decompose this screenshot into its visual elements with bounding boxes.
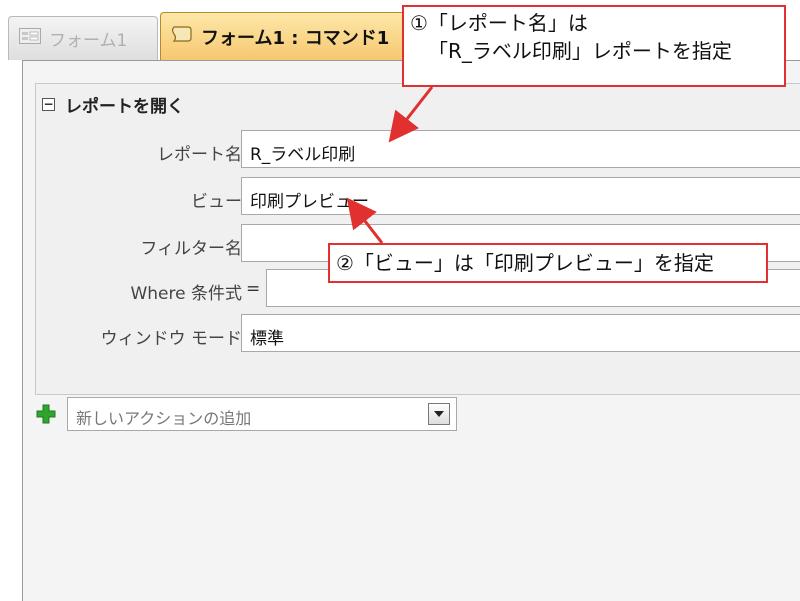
filter-name-label: フィルター名 bbox=[140, 239, 242, 259]
form-icon bbox=[19, 28, 41, 49]
callout1-line2: 「R_ラベル印刷」レポートを指定 bbox=[428, 39, 732, 63]
callout1-line1: ①「レポート名」は bbox=[410, 11, 588, 35]
add-action-row: 新しいアクションの追加 bbox=[35, 397, 457, 431]
plus-icon bbox=[35, 403, 57, 425]
macro-designer-pane: − レポートを開く レポート名 R_ラベル印刷 ビュー 印刷プレビュー フィルタ… bbox=[22, 60, 800, 601]
collapse-icon[interactable]: − bbox=[42, 98, 55, 111]
action-title: レポートを開く bbox=[65, 97, 184, 117]
window-mode-label: ウィンドウ モード bbox=[100, 329, 242, 349]
report-name-field[interactable]: R_ラベル印刷 bbox=[241, 130, 800, 168]
callout-report-name: ①「レポート名」は 「R_ラベル印刷」レポートを指定 bbox=[402, 5, 786, 87]
add-action-combo[interactable]: 新しいアクションの追加 bbox=[67, 397, 457, 431]
open-report-action-block: − レポートを開く レポート名 R_ラベル印刷 ビュー 印刷プレビュー フィルタ… bbox=[35, 83, 800, 395]
tab-label: フォーム1 : コマンド1 bbox=[201, 27, 390, 49]
window-mode-row: ウィンドウ モード 標準 bbox=[36, 314, 800, 354]
tab-macro-command1[interactable]: フォーム1 : コマンド1 bbox=[160, 12, 410, 60]
report-name-label: レポート名 bbox=[157, 145, 242, 165]
callout2-text: ②「ビュー」は「印刷プレビュー」を指定 bbox=[336, 251, 714, 275]
chevron-down-icon[interactable] bbox=[428, 403, 450, 425]
callout-view: ②「ビュー」は「印刷プレビュー」を指定 bbox=[328, 243, 768, 283]
macro-icon bbox=[171, 24, 193, 49]
where-equals-sign: = bbox=[246, 279, 261, 299]
where-label: Where 条件式 bbox=[130, 284, 242, 304]
window-mode-field[interactable]: 標準 bbox=[241, 314, 800, 352]
view-row: ビュー 印刷プレビュー bbox=[36, 177, 800, 217]
add-action-placeholder: 新しいアクションの追加 bbox=[76, 409, 252, 428]
tab-form1[interactable]: フォーム1 bbox=[8, 16, 158, 60]
action-header[interactable]: − レポートを開く bbox=[42, 92, 184, 117]
view-field[interactable]: 印刷プレビュー bbox=[241, 177, 800, 215]
view-label: ビュー bbox=[191, 192, 242, 212]
tab-label: フォーム1 bbox=[49, 31, 128, 51]
report-name-row: レポート名 R_ラベル印刷 bbox=[36, 130, 800, 170]
